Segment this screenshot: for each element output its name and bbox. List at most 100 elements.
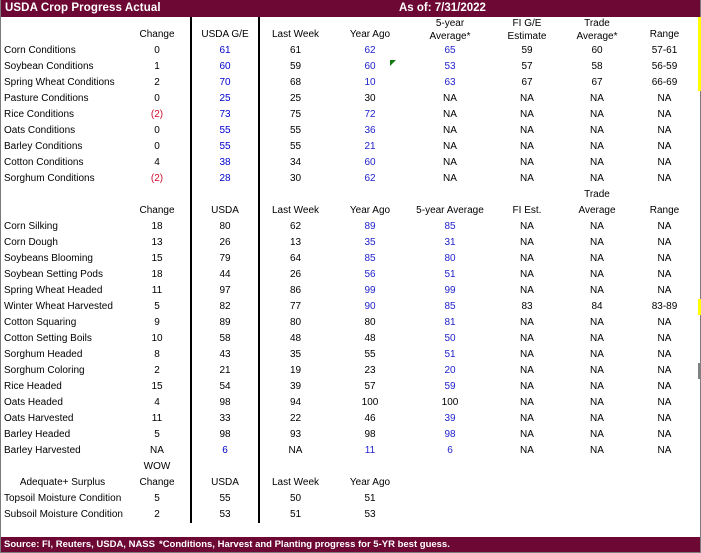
header-moisture-last-week: Last Week [271, 477, 320, 488]
cell-trade-average: NA [590, 349, 604, 360]
cell-last-week: 51 [289, 509, 302, 520]
cell-range: NA [657, 333, 672, 344]
table-row: Corn Dough 13 26 13 35 31 NA NA NA [1, 235, 701, 251]
cell-usda: 82 [190, 299, 260, 315]
cell-year-ago: 89 [364, 221, 376, 232]
header-progress-trade-average: Average [578, 205, 616, 216]
row-label: Spring Wheat Headed [4, 285, 103, 296]
cell-fi-estimate: NA [520, 157, 534, 168]
header-blank [1, 17, 124, 43]
cell-pad-4 [631, 507, 698, 523]
table-row: Sorghum Coloring 2 21 19 23 20 NA NA NA [1, 363, 701, 379]
header-moisture-change: Change [139, 477, 175, 488]
moisture-header-row: Adequate+ Surplus Change USDA Last Week … [1, 475, 701, 491]
cell-last-week: 55 [289, 125, 302, 136]
cell-change: 13 [151, 237, 163, 248]
row-label: Soybean Setting Pods [4, 269, 103, 280]
cell-trade-average: NA [590, 173, 604, 184]
cell-year-ago: 98 [364, 429, 376, 440]
cell-range: NA [657, 221, 672, 232]
header-progress-range: Range [649, 205, 680, 216]
cell-usda: 38 [190, 155, 260, 171]
cell-last-week: 64 [289, 253, 302, 264]
cell-range: NA [657, 397, 672, 408]
cell-trade-average: NA [590, 269, 604, 280]
cell-usda: 70 [190, 75, 260, 91]
row-label: Winter Wheat Harvested [4, 301, 113, 312]
cell-fi-estimate: NA [520, 269, 534, 280]
progress-spacer-row: Trade [1, 187, 701, 203]
cell-range: NA [657, 269, 672, 280]
cell-last-week: 25 [289, 93, 302, 104]
cell-range: NA [657, 173, 672, 184]
header-trade-average: Trade Average* [563, 17, 631, 43]
cell-year-ago: 100 [361, 397, 379, 408]
header-progress-five-year-average: 5-year Average [416, 205, 484, 216]
cell-fi-estimate: NA [520, 109, 534, 120]
cell-range: NA [657, 285, 672, 296]
cell-range: NA [657, 413, 672, 424]
cell-usda: 44 [190, 267, 260, 283]
row-label: Cotton Squaring [4, 317, 77, 328]
cell-change: 8 [154, 349, 160, 360]
cell-fi-estimate: 57 [521, 61, 533, 72]
header-fi-estimate: FI G/E Estimate [491, 17, 563, 43]
usda-crop-progress-sheet: USDA Crop Progress Actual As of: 7/31/20… [0, 0, 701, 553]
row-label: Sorghum Coloring [4, 365, 85, 376]
cell-fi-estimate: NA [520, 237, 534, 248]
title-bar: USDA Crop Progress Actual As of: 7/31/20… [1, 0, 700, 17]
cell-usda: 55 [190, 123, 260, 139]
row-label: Oats Conditions [4, 125, 76, 136]
row-label: Oats Headed [4, 397, 63, 408]
cell-usda: 43 [190, 347, 260, 363]
header-range: Range [649, 29, 680, 40]
cell-last-week: 13 [289, 237, 302, 248]
cell-year-ago: 62 [364, 45, 376, 56]
cell-year-ago: 10 [364, 77, 376, 88]
cell-usda: 98 [190, 427, 260, 443]
table-row: Soybean Conditions160596053575856-592 [1, 59, 701, 75]
table-row: Corn Silking 18 80 62 89 85 NA NA NA [1, 219, 701, 235]
cell-change: (2) [150, 109, 164, 120]
table-row: Sorghum Conditions (2) 28 30 62 NA NA NA NA [1, 171, 701, 187]
row-label: Barley Headed [4, 429, 71, 440]
cell-trade-average: NA [590, 397, 604, 408]
table-row: Barley Headed 5 98 93 98 98 NA NA NA [1, 427, 701, 443]
header-progress-last-week: Last Week [271, 205, 320, 216]
cell-five-year-average: 98 [444, 429, 456, 440]
cell-five-year-average: 50 [444, 333, 456, 344]
cell-usda: 53 [190, 507, 260, 523]
row-label: Sorghum Headed [4, 349, 83, 360]
cell-usda: 54 [190, 379, 260, 395]
row-label: Cotton Conditions [4, 157, 84, 168]
cell-last-week: 48 [289, 333, 302, 344]
cell-five-year-average: 99 [444, 285, 456, 296]
header-blank-2 [1, 203, 124, 219]
cell-trade-average: NA [590, 429, 604, 440]
header-moisture-usda: USDA [190, 475, 260, 491]
cell-trade-average: NA [590, 285, 604, 296]
cell-year-ago: 23 [364, 365, 376, 376]
cell-usda: 79 [190, 251, 260, 267]
cell-usda: 28 [190, 171, 260, 187]
cell-five-year-average: NA [443, 173, 457, 184]
cell-year-ago: 57 [364, 381, 376, 392]
cell-trade-average: NA [590, 125, 604, 136]
cell-change: (2) [150, 173, 164, 184]
green-triangle-marker [390, 60, 396, 66]
cell-five-year-average: NA [443, 93, 457, 104]
cell-last-week: 62 [289, 221, 302, 232]
table-row: Rice Conditions (2) 73 75 72 NA NA NA NA [1, 107, 701, 123]
cell-range: NA [657, 125, 672, 136]
cell-fi-estimate: 67 [521, 77, 533, 88]
cell-fi-estimate: NA [520, 285, 534, 296]
header-change: Change [139, 29, 175, 40]
header-fi-estimate-line2: Estimate [507, 31, 547, 42]
cell-last-week: 86 [289, 285, 302, 296]
cell-trade-average: NA [590, 413, 604, 424]
table-row: Barley Harvested NA 6 NA 11 6 NA NA NA [1, 443, 701, 459]
cell-trade-average: NA [590, 253, 604, 264]
row-label: Corn Silking [4, 221, 58, 232]
cell-five-year-average: NA [443, 125, 457, 136]
cell-change: 0 [154, 125, 160, 136]
